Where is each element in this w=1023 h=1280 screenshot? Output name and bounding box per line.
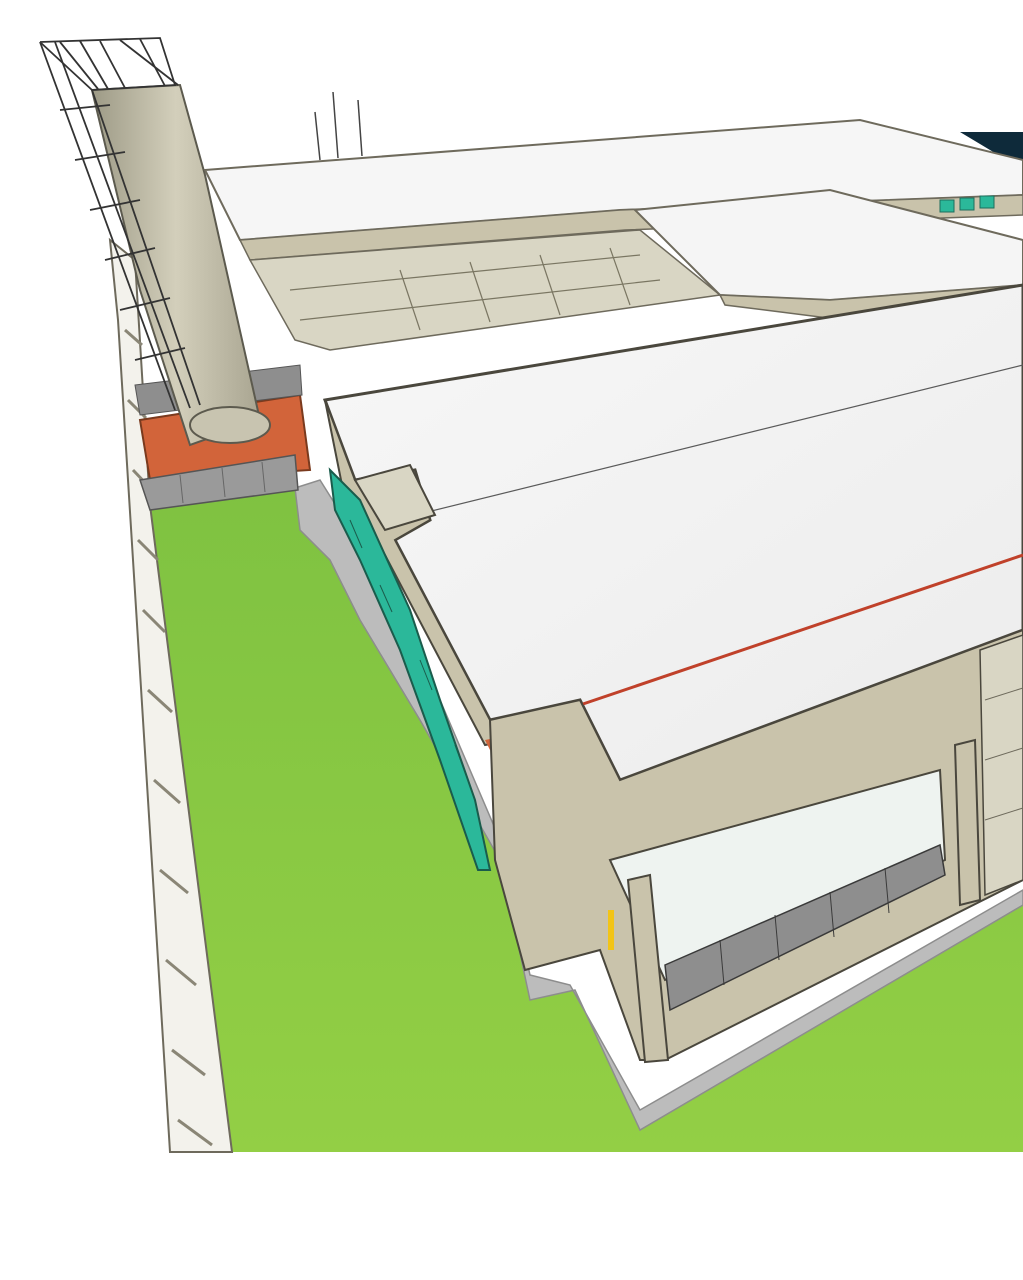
- column-right: [953, 738, 982, 907]
- building-model-render: [39, 37, 1023, 1153]
- door-accent: [608, 910, 614, 950]
- model-viewport[interactable]: [0, 0, 1023, 1280]
- antennas: [314, 91, 363, 161]
